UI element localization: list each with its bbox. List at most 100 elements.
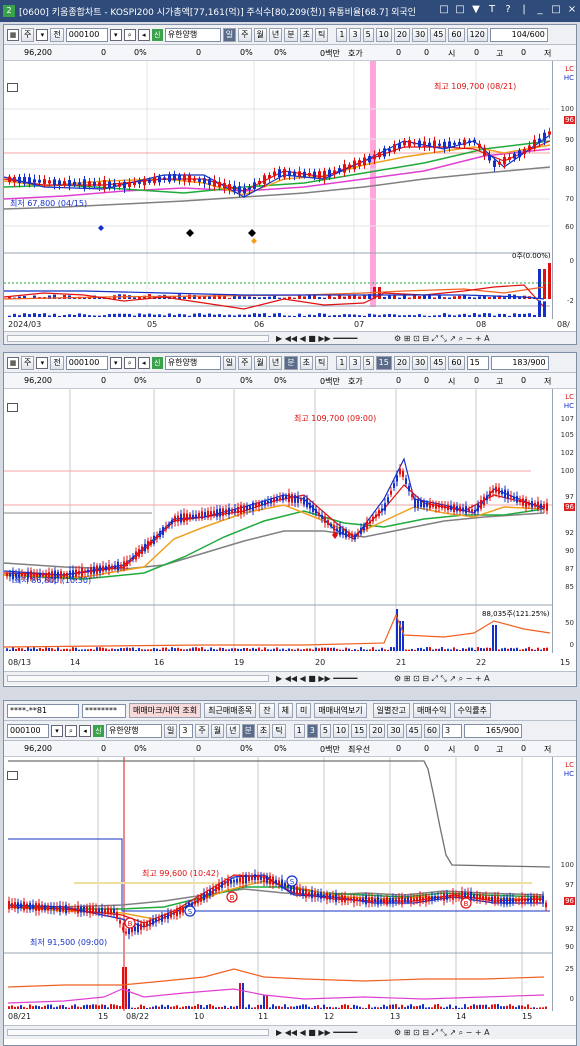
min-1[interactable]: 1 — [336, 355, 348, 370]
min-10[interactable]: 10 — [332, 723, 350, 738]
min-20[interactable]: 20 — [393, 27, 411, 42]
scroll-track[interactable] — [7, 675, 269, 682]
btn-second[interactable]: 초 — [256, 723, 271, 738]
min-15[interactable]: 15 — [351, 723, 368, 738]
copy-icon[interactable]: □ — [455, 4, 465, 15]
btn-day[interactable]: 일 — [164, 723, 178, 738]
code-input[interactable]: 000100 — [7, 723, 49, 738]
count-input[interactable]: 183/900 — [490, 355, 549, 370]
btn-year[interactable]: 년 — [226, 723, 240, 738]
panel2-scrollbar[interactable]: ▶ ◀◀ ◀ ■ ▶▶ ━━━━━ ⚙ ⊞ ⊡ ⊟ ⤢ ⤡ ↗ ⌕ − + A — [4, 671, 576, 685]
panel3-scrollbar[interactable]: ▶ ◀◀ ◀ ■ ▶▶ ━━━━━ ⚙ ⊞ ⊡ ⊟ ⤢ ⤡ ↗ ⌕ − + A — [4, 1025, 576, 1039]
scroll-track[interactable] — [7, 335, 269, 342]
trade-mark-query-button[interactable]: 매매마크/내역 조회 — [129, 703, 202, 718]
btn-week[interactable]: 주 — [195, 723, 209, 738]
search-icon[interactable]: ⌕ — [123, 356, 136, 369]
min-3[interactable]: 3 — [306, 723, 318, 738]
market-select[interactable]: 전 — [50, 355, 64, 370]
min-30[interactable]: 30 — [412, 355, 429, 370]
btn-year[interactable]: 년 — [268, 27, 283, 42]
min-20[interactable]: 20 — [393, 355, 411, 370]
count-input[interactable]: 165/900 — [464, 723, 523, 738]
minimize-icon[interactable]: _ — [535, 4, 545, 15]
btn-week[interactable]: 주 — [238, 355, 252, 370]
min-45[interactable]: 45 — [405, 723, 422, 738]
btn-day[interactable]: 일 — [222, 355, 237, 370]
btn-week[interactable]: 주 — [238, 27, 252, 42]
min-5[interactable]: 5 — [362, 355, 374, 370]
min-5[interactable]: 5 — [319, 723, 331, 738]
dropdown-icon[interactable]: ▼ — [471, 4, 481, 15]
min-1[interactable]: 1 — [293, 723, 305, 738]
tool-icons[interactable]: ⚙ ⊞ ⊡ ⊟ ⤢ ⤡ ↗ ⌕ − + A — [394, 673, 490, 684]
restore-icon[interactable]: □ — [439, 4, 449, 15]
nav-buttons[interactable]: ▶ ◀◀ ◀ ■ ▶▶ ━━━━━ — [276, 673, 357, 684]
market-select[interactable]: 전 — [50, 27, 64, 42]
btn-month[interactable]: 월 — [253, 27, 267, 42]
btn-year[interactable]: 년 — [268, 355, 283, 370]
arrow-icon[interactable]: ▾ — [36, 356, 49, 369]
btn-tick[interactable]: 틱 — [315, 27, 329, 42]
nav-buttons[interactable]: ▶ ◀◀ ◀ ■ ▶▶ ━━━━━ — [276, 333, 357, 344]
tool-icons[interactable]: ⚙ ⊞ ⊡ ⊟ ⤢ ⤡ ↗ ⌕ − + A — [394, 333, 490, 344]
grid-icon[interactable]: ▦ — [7, 356, 19, 369]
recent-trades-button[interactable]: 최근매매종목 — [204, 703, 257, 718]
trade-history-button[interactable]: 매매내역보기 — [314, 703, 367, 718]
chevron-down-icon[interactable]: ▾ — [109, 28, 122, 41]
daily-balance-button[interactable]: 일별잔고 — [372, 703, 411, 718]
search-icon[interactable]: ⌕ — [65, 724, 77, 737]
panel3-chart[interactable]: B B S S B — [4, 757, 552, 1011]
min-45[interactable]: 45 — [430, 27, 447, 42]
min-30[interactable]: 30 — [387, 723, 404, 738]
type-select[interactable]: 주 — [21, 355, 35, 370]
maximize-icon[interactable]: □ — [551, 4, 561, 15]
min-5[interactable]: 5 — [362, 27, 374, 42]
close-icon[interactable]: × — [567, 4, 577, 15]
btn-minute[interactable]: 분 — [241, 723, 255, 738]
btn-minute[interactable]: 분 — [284, 355, 298, 370]
min-10[interactable]: 10 — [375, 27, 392, 42]
scroll-track[interactable] — [7, 1029, 269, 1036]
min-3[interactable]: 3 — [349, 27, 361, 42]
type-select[interactable]: 주 — [21, 27, 35, 42]
trade-profit-button[interactable]: 매매수익 — [413, 703, 451, 718]
btn-second[interactable]: 초 — [299, 355, 313, 370]
min-60[interactable]: 60 — [423, 723, 441, 738]
panel1-scrollbar[interactable]: ▶ ◀◀ ◀ ■ ▶▶ ━━━━━ ⚙ ⊞ ⊡ ⊟ ⤢ ⤡ ↗ ⌕ − + A — [4, 331, 576, 344]
tool-icons[interactable]: ⚙ ⊞ ⊡ ⊟ ⤢ ⤡ ↗ ⌕ − + A — [394, 1027, 490, 1038]
btn-tick[interactable]: 틱 — [272, 723, 286, 738]
btn-day[interactable]: 일 — [222, 27, 237, 42]
min-1[interactable]: 1 — [336, 27, 348, 42]
minute-select[interactable]: 3 — [442, 723, 463, 738]
help-icon[interactable]: ? — [503, 4, 513, 15]
count-input[interactable]: 104/600 — [489, 27, 548, 42]
min-3[interactable]: 3 — [349, 355, 361, 370]
nav-buttons[interactable]: ▶ ◀◀ ◀ ■ ▶▶ ━━━━━ — [276, 1027, 357, 1038]
btn-second[interactable]: 초 — [299, 27, 313, 42]
min-30[interactable]: 30 — [412, 27, 429, 42]
password-input[interactable]: ******** — [82, 703, 126, 718]
btn-minute[interactable]: 분 — [284, 27, 298, 42]
min-20[interactable]: 20 — [369, 723, 386, 738]
code-input[interactable]: 000100 — [65, 27, 108, 42]
panel2-chart[interactable] — [4, 389, 552, 653]
min-60[interactable]: 60 — [448, 355, 465, 370]
min-45[interactable]: 45 — [430, 355, 447, 370]
search-icon[interactable]: ⌕ — [123, 28, 136, 41]
speaker-icon[interactable]: ◂ — [137, 356, 150, 369]
unfilled-toggle[interactable]: 미 — [296, 703, 312, 718]
code-input[interactable]: 000100 — [65, 355, 108, 370]
btn-month[interactable]: 월 — [253, 355, 267, 370]
min-15[interactable]: 15 — [375, 355, 392, 370]
grid-icon[interactable]: ▦ — [7, 28, 19, 41]
min-60[interactable]: 60 — [448, 27, 465, 42]
arrow-icon[interactable]: ▾ — [36, 28, 49, 41]
period-select[interactable]: 3 — [179, 723, 194, 738]
chart-menu-icon[interactable] — [7, 83, 18, 92]
filled-toggle[interactable]: 체 — [277, 703, 294, 718]
chart-menu-icon[interactable] — [7, 771, 18, 780]
chart-menu-icon[interactable] — [7, 403, 18, 412]
btn-month[interactable]: 월 — [210, 723, 225, 738]
balance-toggle[interactable]: 잔 — [259, 703, 275, 718]
chevron-down-icon[interactable]: ▾ — [109, 356, 122, 369]
